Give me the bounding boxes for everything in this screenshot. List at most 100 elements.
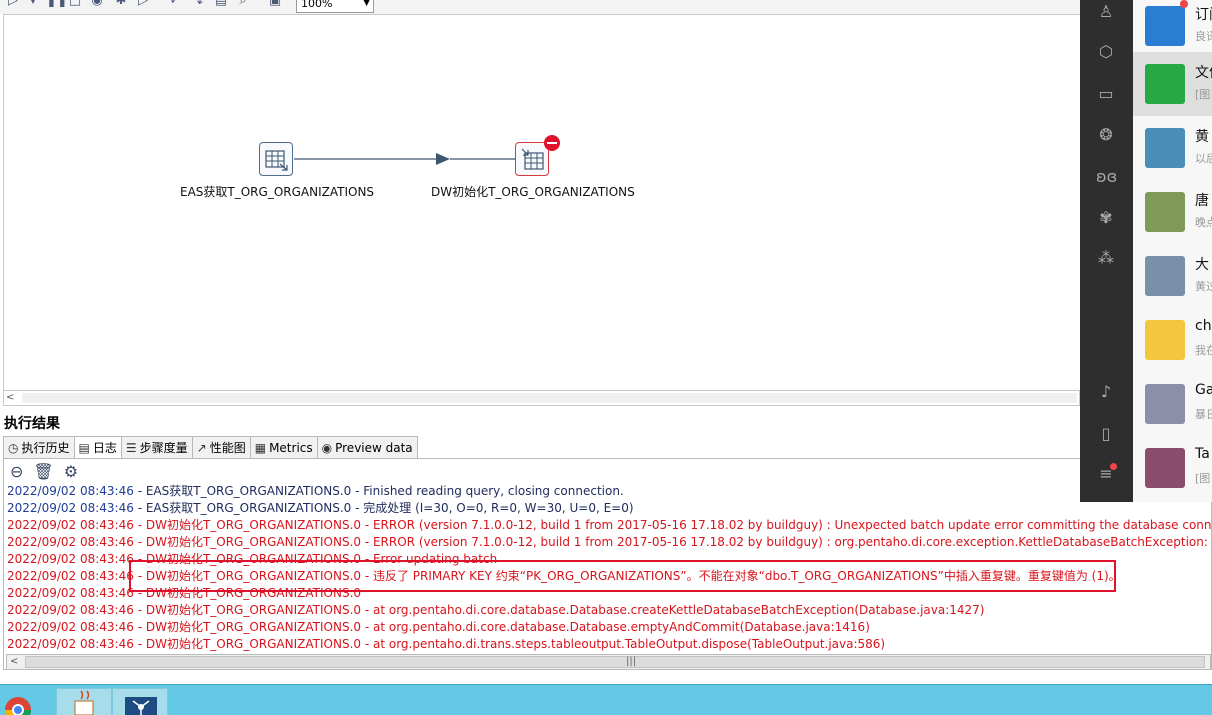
tab-label: 性能图	[209, 441, 246, 455]
step-metrics-icon: ☰	[125, 440, 137, 455]
chat-item[interactable]: 大 黄过	[1133, 244, 1212, 308]
stop-log-icon[interactable]: ⊖	[10, 462, 23, 481]
replay-icon[interactable]: ▷	[136, 0, 150, 8]
unread-dot	[1180, 0, 1188, 8]
music-icon[interactable]: ♪	[1096, 382, 1116, 402]
gear-flower-icon[interactable]: ✾	[1096, 208, 1116, 228]
tab-log[interactable]: ▤ 日志	[73, 436, 122, 458]
avatar	[1145, 64, 1185, 104]
folder-icon[interactable]: ▭	[1096, 84, 1116, 104]
chat-item[interactable]: ch 我在	[1133, 308, 1212, 372]
log-timestamp: 2022/09/02 08:43:46	[7, 620, 134, 634]
zoom-select[interactable]: 100% ▼	[296, 0, 374, 13]
chat-name: 文件	[1195, 65, 1212, 81]
log-timestamp: 2022/09/02 08:43:46	[7, 535, 134, 549]
moments-icon[interactable]: ❂	[1096, 125, 1116, 145]
tab-step-metrics[interactable]: ☰ 步骤度量	[120, 436, 193, 458]
avatar	[1145, 448, 1185, 488]
taskbar-kettle[interactable]	[112, 688, 168, 715]
contacts-icon[interactable]: ♙	[1096, 2, 1116, 22]
dropdown-icon[interactable]: ▼	[26, 0, 40, 8]
step-eas-input[interactable]	[259, 142, 293, 176]
log-message: - DW初始化T_ORG_ORGANIZATIONS.0 - at org.pe…	[133, 603, 985, 617]
sql-icon[interactable]: ▤	[214, 0, 228, 8]
main-toolbar: ▷ ▼ ❚❚ □ ◉ ✱ ▷ ✓ ↯ ▤ ⌕ ▣ 100% ▼	[0, 0, 1080, 14]
step-label-eas-input[interactable]: EAS获取T_ORG_ORGANIZATIONS	[180, 183, 374, 200]
chat-item[interactable]: 唐 晚点	[1133, 180, 1212, 244]
log-line: 2022/09/02 08:43:46 - DW初始化T_ORG_ORGANIZ…	[7, 636, 1212, 653]
taskbar-chrome[interactable]	[0, 688, 56, 715]
verify-icon[interactable]: ✓	[168, 0, 182, 8]
log-timestamp: 2022/09/02 08:43:46	[7, 501, 134, 515]
transformation-canvas[interactable]: EAS获取T_ORG_ORGANIZATIONS DW初始化T_ORG_ORGA…	[3, 14, 1080, 390]
chat-item[interactable]: 黄 以后	[1133, 116, 1212, 180]
metrics-icon: ▦	[254, 440, 267, 455]
avatar	[1145, 128, 1185, 168]
tab-label: Preview data	[335, 440, 413, 455]
canvas-horizontal-scrollbar[interactable]: <	[3, 390, 1080, 406]
log-message: - DW初始化T_ORG_ORGANIZATIONS.0 - at org.pe…	[133, 637, 886, 651]
tab-performance[interactable]: ↗ 性能图	[191, 436, 251, 458]
avatar	[1145, 320, 1185, 360]
error-badge-icon[interactable]	[544, 135, 560, 151]
chrome-icon	[5, 697, 31, 715]
preview-icon[interactable]: ◉	[90, 0, 104, 8]
chat-item[interactable]: Ga 暴日	[1133, 372, 1212, 436]
results-title: 执行结果	[4, 416, 60, 432]
kettle-icon	[125, 697, 157, 715]
chevron-left-icon[interactable]: <	[6, 392, 14, 403]
clear-log-icon[interactable]: 🗑	[33, 462, 53, 481]
taskbar	[0, 684, 1212, 715]
log-timestamp: 2022/09/02 08:43:46	[7, 586, 134, 600]
spark-icon[interactable]: ⁂	[1096, 248, 1116, 268]
log-settings-icon[interactable]: ⚙	[64, 462, 78, 481]
explore-db-icon[interactable]: ⌕	[236, 0, 250, 8]
chat-preview: [图	[1195, 88, 1211, 101]
log-message: - DW初始化T_ORG_ORGANIZATIONS.0 - ERROR (ve…	[133, 518, 1212, 532]
log-message: - DW初始化T_ORG_ORGANIZATIONS.0 - at org.pe…	[133, 620, 870, 634]
chat-item[interactable]: Ta [图	[1133, 436, 1212, 500]
java-icon	[74, 690, 94, 715]
log-line: 2022/09/02 08:43:46 - DW初始化T_ORG_ORGANIZ…	[7, 517, 1212, 534]
tab-execution-history[interactable]: ◷ 执行历史	[3, 436, 75, 458]
chat-item[interactable]: 文件 [图	[1133, 52, 1212, 116]
log-line: 2022/09/02 08:43:46 - DW初始化T_ORG_ORGANIZ…	[7, 602, 1212, 619]
cube-icon[interactable]: ⬡	[1096, 42, 1116, 62]
chevron-down-icon: ▼	[363, 0, 370, 8]
stop-icon[interactable]: □	[68, 0, 82, 8]
grip-icon: |||	[626, 656, 637, 667]
impact-icon[interactable]: ↯	[192, 0, 206, 8]
taskbar-java[interactable]	[56, 688, 112, 715]
avatar	[1145, 6, 1185, 46]
log-horizontal-scrollbar[interactable]: < |||	[6, 654, 1211, 670]
tab-label: 步骤度量	[139, 441, 188, 455]
chat-preview: 以后	[1195, 152, 1212, 165]
avatar	[1145, 384, 1185, 424]
hop-line-tail	[454, 158, 516, 160]
chat-name: Ga	[1195, 382, 1212, 398]
history-icon: ◷	[8, 440, 19, 455]
error-highlight-box	[129, 560, 1116, 592]
log-toolbar: ⊖ 🗑 ⚙	[10, 462, 78, 481]
debug-icon[interactable]: ✱	[114, 0, 128, 8]
run-icon[interactable]: ▷	[6, 0, 20, 8]
step-label-dw-output[interactable]: DW初始化T_ORG_ORGANIZATIONS	[431, 183, 635, 200]
chat-preview: 晚点	[1195, 216, 1212, 229]
tab-label: 执行历史	[21, 441, 70, 455]
pause-icon[interactable]: ❚❚	[46, 0, 68, 8]
tab-metrics[interactable]: ▦ Metrics	[249, 436, 318, 458]
log-message: - EAS获取T_ORG_ORGANIZATIONS.0 - Finished …	[133, 484, 624, 498]
log-timestamp: 2022/09/02 08:43:46	[7, 518, 134, 532]
scrollbar-thumb[interactable]: |||	[25, 656, 1205, 668]
unread-dot	[1110, 463, 1117, 470]
show-results-icon[interactable]: ▣	[268, 0, 282, 8]
hop-arrow[interactable]	[294, 151, 454, 171]
chevron-left-icon[interactable]: <	[10, 656, 18, 667]
phone-icon[interactable]: ▯	[1096, 424, 1116, 444]
tab-preview-data[interactable]: ◉ Preview data	[316, 436, 418, 458]
chat-preview: 我在	[1195, 344, 1212, 357]
step-dw-output[interactable]	[515, 142, 549, 176]
chat-item[interactable]: 订阅 良译	[1133, 0, 1212, 58]
scrollbar-track[interactable]	[22, 393, 1077, 403]
butterfly-icon[interactable]: ʚɞ	[1096, 167, 1117, 187]
